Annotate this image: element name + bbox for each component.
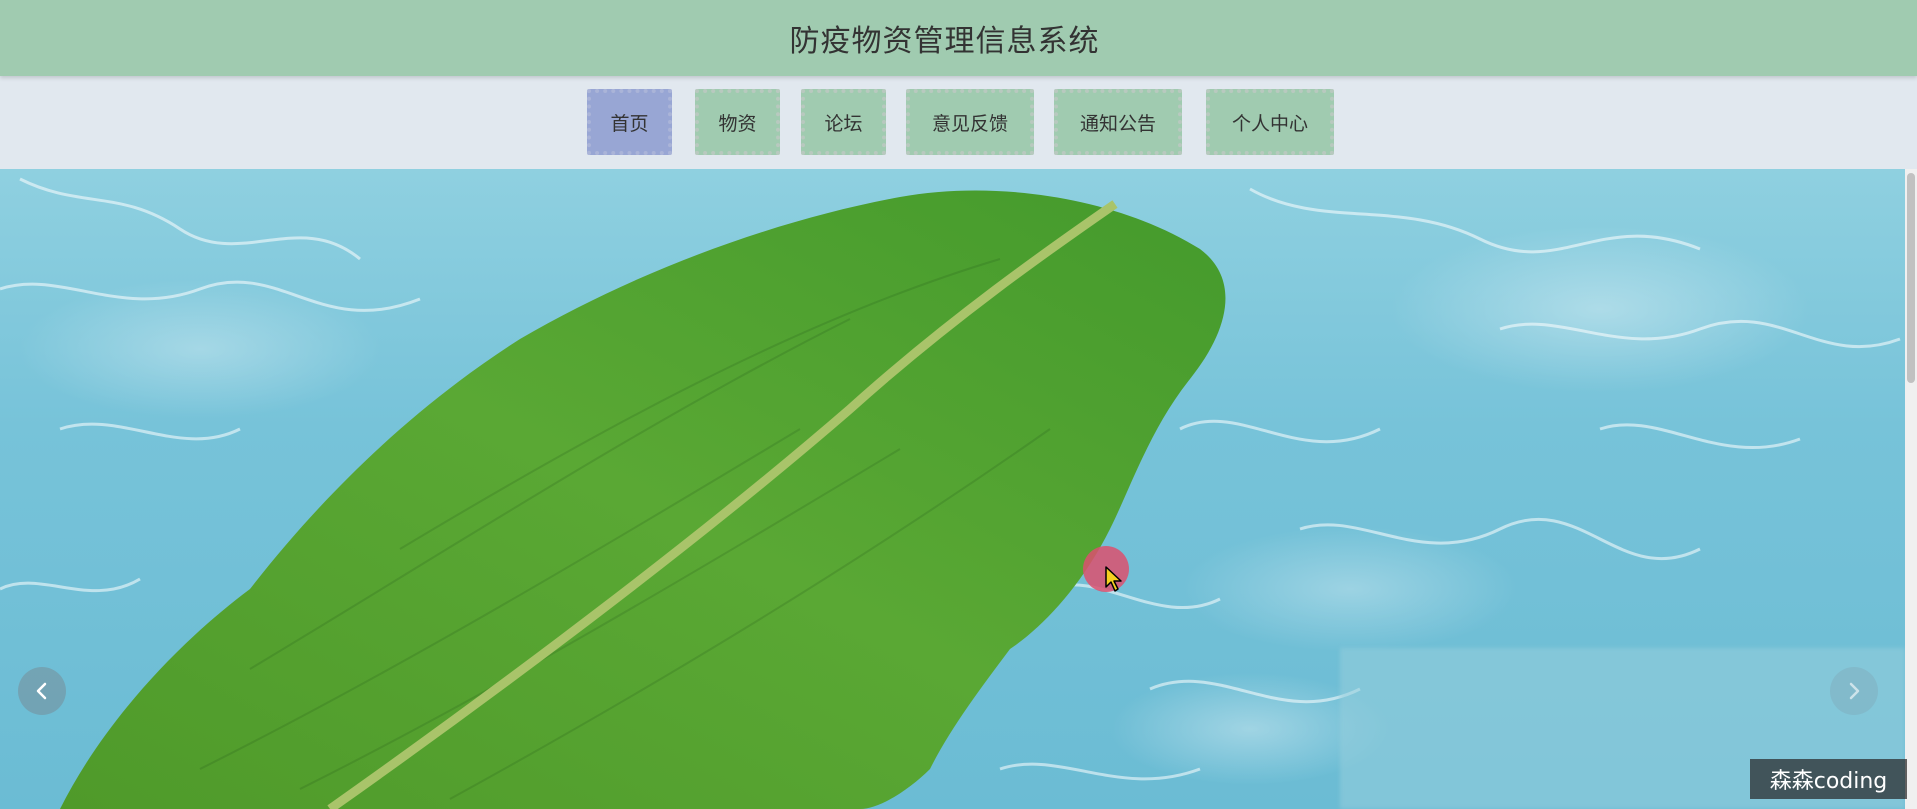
chevron-left-icon bbox=[36, 682, 47, 700]
page-title: 防疫物资管理信息系统 bbox=[789, 24, 1100, 59]
main-nav: 首页 物资 论坛 意见反馈 通知公告 个人中心 bbox=[0, 76, 1917, 169]
chevron-right-icon bbox=[1849, 682, 1860, 700]
nav-item-profile[interactable]: 个人中心 bbox=[1206, 89, 1334, 155]
carousel-prev-button[interactable] bbox=[18, 667, 66, 715]
nav-item-notices[interactable]: 通知公告 bbox=[1054, 89, 1182, 155]
watermark: 森森coding bbox=[1750, 759, 1907, 799]
nav-item-supplies[interactable]: 物资 bbox=[695, 89, 780, 155]
site-header: 防疫物资管理信息系统 bbox=[0, 0, 1917, 76]
carousel-next-button[interactable] bbox=[1830, 667, 1878, 715]
scrollbar-thumb[interactable] bbox=[1907, 173, 1915, 383]
vertical-scrollbar[interactable] bbox=[1905, 169, 1917, 809]
nav-item-forum[interactable]: 论坛 bbox=[801, 89, 886, 155]
mouse-cursor-icon bbox=[1105, 566, 1122, 592]
nav-item-home[interactable]: 首页 bbox=[587, 89, 672, 155]
page: 防疫物资管理信息系统 首页 物资 论坛 意见反馈 通知公告 个人中心 森森cod… bbox=[0, 0, 1917, 809]
nav-item-feedback[interactable]: 意见反馈 bbox=[906, 89, 1034, 155]
